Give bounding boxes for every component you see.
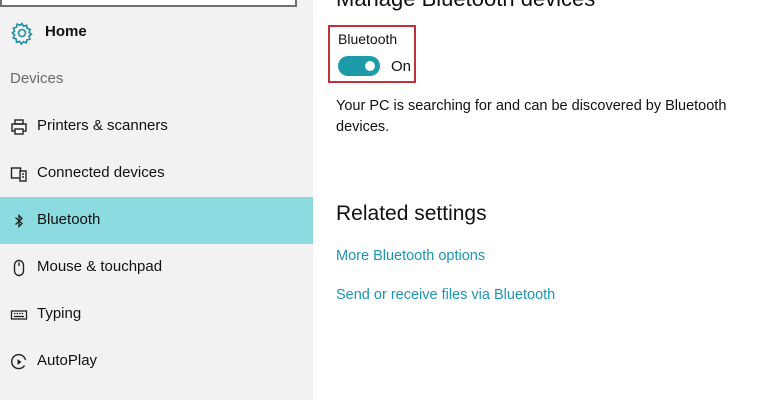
more-bluetooth-options-link[interactable]: More Bluetooth options: [336, 248, 485, 264]
sidebar-item-label: Bluetooth: [37, 211, 101, 228]
sidebar-item-label: Connected devices: [37, 164, 165, 181]
main-panel: Manage Bluetooth devices Bluetooth On Yo…: [313, 0, 780, 400]
toggle-knob: [365, 61, 375, 71]
sidebar-item-mouse-touchpad[interactable]: Mouse & touchpad: [0, 244, 313, 291]
sidebar-item-label: Typing: [37, 305, 82, 322]
status-text: Your PC is searching for and can be disc…: [336, 98, 727, 135]
page-title: Manage Bluetooth devices: [336, 0, 595, 12]
section-title: Devices: [10, 70, 64, 87]
toggle-state-label: On: [391, 58, 412, 75]
autoplay-icon: [11, 353, 27, 370]
mouse-icon: [13, 259, 25, 277]
home-nav-item[interactable]: Home: [0, 14, 313, 50]
bluetooth-toggle-group: Bluetooth On: [328, 25, 416, 83]
sidebar: Home Devices Printers & scanners Connect…: [0, 0, 313, 400]
sidebar-item-printers-scanners[interactable]: Printers & scanners: [0, 103, 313, 150]
related-settings-title: Related settings: [336, 202, 487, 225]
bluetooth-toggle-switch[interactable]: [338, 56, 380, 76]
bluetooth-icon: [15, 213, 23, 229]
home-label: Home: [45, 23, 87, 40]
sidebar-item-typing[interactable]: Typing: [0, 291, 313, 338]
sidebar-item-connected-devices[interactable]: Connected devices: [0, 150, 313, 197]
send-receive-files-link[interactable]: Send or receive files via Bluetooth: [336, 287, 555, 303]
keyboard-icon: [10, 310, 28, 320]
search-input[interactable]: [0, 0, 297, 7]
sidebar-item-autoplay[interactable]: AutoPlay: [0, 338, 313, 385]
gear-icon: [11, 22, 33, 45]
sidebar-item-label: Printers & scanners: [37, 117, 168, 134]
sidebar-item-bluetooth[interactable]: Bluetooth: [0, 197, 313, 244]
sidebar-item-label: AutoPlay: [37, 352, 98, 369]
sidebar-item-label: Mouse & touchpad: [37, 258, 163, 275]
bluetooth-label: Bluetooth: [338, 31, 398, 47]
connected-devices-icon: [10, 167, 27, 182]
printer-icon: [11, 119, 27, 135]
